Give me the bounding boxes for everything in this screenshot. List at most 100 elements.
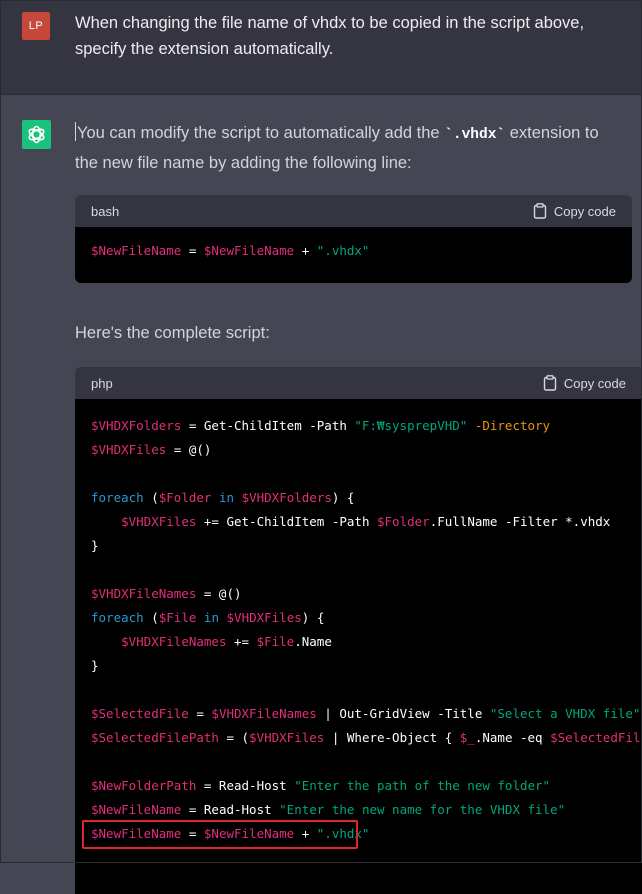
user-message: LP When changing the file name of vhdx t… — [0, 0, 642, 95]
text-cursor — [75, 122, 76, 141]
code-token: ( — [143, 490, 159, 505]
copy-code-label: Copy code — [563, 375, 626, 391]
code-line: $VHDXFiles = @() — [91, 438, 642, 462]
code-token: $File — [158, 610, 197, 625]
user-message-line-1: When changing the file name of vhdx to b… — [75, 14, 585, 32]
code-token: = Read-Host — [181, 802, 280, 817]
code-token: in — [203, 610, 219, 625]
user-avatar: LP — [22, 12, 50, 40]
code-token: $VHDXFolders — [241, 490, 332, 505]
code-line: $SelectedFilePath = ($VHDXFiles | Where-… — [91, 726, 642, 750]
code-token: ".vhdx" — [316, 243, 370, 258]
code-content: $NewFileName = $NewFileName + ".vhdx" — [75, 227, 632, 283]
code-token: -Directory — [474, 418, 551, 433]
code-token: | Where-Object { — [324, 730, 460, 745]
clipboard-icon — [543, 375, 557, 391]
copy-code-label: Copy code — [553, 203, 616, 219]
code-token: .Name -eq — [474, 730, 551, 745]
openai-logo-icon — [22, 120, 51, 149]
highlight-box — [82, 820, 358, 849]
code-token: } — [91, 658, 99, 673]
code-token: | Out-GridView -Title — [316, 706, 490, 721]
inline-code-vhdx: `.vhdx` — [444, 127, 506, 143]
code-line: foreach ($Folder in $VHDXFolders) { — [91, 486, 642, 510]
intro-text-before: You can modify the script to automatical… — [77, 124, 445, 142]
code-line: $VHDXFolders = Get-ChildItem -Path "F:₩s… — [91, 414, 642, 438]
code-line: $VHDXFiles += Get-ChildItem -Path $Folde… — [91, 510, 642, 534]
code-token: = Get-ChildItem -Path — [181, 418, 355, 433]
code-line: $VHDXFileNames += $File.Name — [91, 630, 642, 654]
code-token: ) { — [301, 610, 325, 625]
copy-code-button[interactable]: Copy code — [543, 375, 626, 391]
code-token: = ( — [218, 730, 250, 745]
assistant-intro: You can modify the script to automatical… — [75, 119, 630, 177]
code-token: $VHDXFiles — [249, 730, 325, 745]
intro-text-after: extension to — [505, 124, 599, 142]
code-token: $Folder — [377, 514, 430, 529]
code-token: += Get-ChildItem -Path — [196, 514, 377, 529]
code-line: $VHDXFileNames = @() — [91, 582, 642, 606]
code-token: in — [218, 490, 235, 505]
user-message-text: When changing the file name of vhdx to b… — [75, 10, 625, 62]
code-token: foreach — [91, 610, 144, 625]
code-block-header: bash Copy code — [75, 195, 632, 227]
code-line: $SelectedFile = $VHDXFileNames | Out-Gri… — [91, 702, 642, 726]
code-token: += — [226, 634, 257, 649]
code-token: $Folder — [158, 490, 212, 505]
code-line: $NewFolderPath = Read-Host "Enter the pa… — [91, 774, 642, 798]
code-token: = @() — [196, 586, 242, 601]
code-token: $VHDXFileNames — [121, 634, 227, 649]
code-token: $NewFolderPath — [91, 778, 197, 793]
code-token: $VHDXFiles — [121, 514, 197, 529]
code-token: = — [188, 706, 212, 721]
code-token: $SelectedFilePath — [91, 730, 219, 745]
code-token: $NewFileName — [91, 802, 182, 817]
code-token: $VHDXFileNames — [91, 586, 197, 601]
code-token: $NewFileName — [91, 243, 182, 258]
code-token: .Name — [294, 634, 332, 649]
code-token: $VHDXFiles — [91, 442, 167, 457]
code-block-php: php Copy code $VHDXFolders = Get-ChildIt… — [75, 367, 642, 894]
code-token: "Select a VHDX file" — [489, 706, 641, 721]
code-token: $VHDXFiles — [226, 610, 302, 625]
code-token: = — [181, 243, 204, 258]
code-token: = @() — [166, 442, 212, 457]
code-token: ) { — [331, 490, 355, 505]
user-message-line-2: specify the extension automatically. — [75, 40, 334, 58]
code-token: $SelectedFile — [91, 706, 189, 721]
code-token: $VHDXFileNames — [211, 706, 317, 721]
clipboard-icon — [533, 203, 547, 219]
code-line: foreach ($File in $VHDXFiles) { — [91, 606, 642, 630]
code-token: "F:₩sysprepVHD" — [354, 418, 468, 433]
assistant-intro-line-2: the new file name by adding the followin… — [75, 154, 412, 172]
code-token: ( — [143, 610, 159, 625]
code-language-label: php — [91, 376, 113, 391]
code-line: $NewFileName = Read-Host "Enter the new … — [91, 798, 642, 822]
code-token: .FullName -Filter *.vhdx — [429, 514, 611, 529]
code-token: foreach — [91, 490, 144, 505]
code-token: = Read-Host — [196, 778, 295, 793]
code-token: + — [294, 243, 317, 258]
copy-code-button[interactable]: Copy code — [533, 203, 616, 219]
code-token: $VHDXFolders — [91, 418, 182, 433]
code-block-bash: bash Copy code $NewFileName = $NewFileNa… — [75, 195, 632, 283]
code-token: "Enter the path of the new folder" — [294, 778, 551, 793]
code-token: $NewFileName — [203, 243, 295, 258]
complete-script-label: Here's the complete script: — [75, 324, 270, 342]
code-token: $SelectedFile — [550, 730, 642, 745]
code-token: } — [91, 538, 99, 553]
code-line: } — [91, 534, 642, 558]
code-block-header: php Copy code — [75, 367, 642, 399]
code-token: "Enter the new name for the VHDX file" — [279, 802, 566, 817]
code-language-label: bash — [91, 204, 120, 219]
